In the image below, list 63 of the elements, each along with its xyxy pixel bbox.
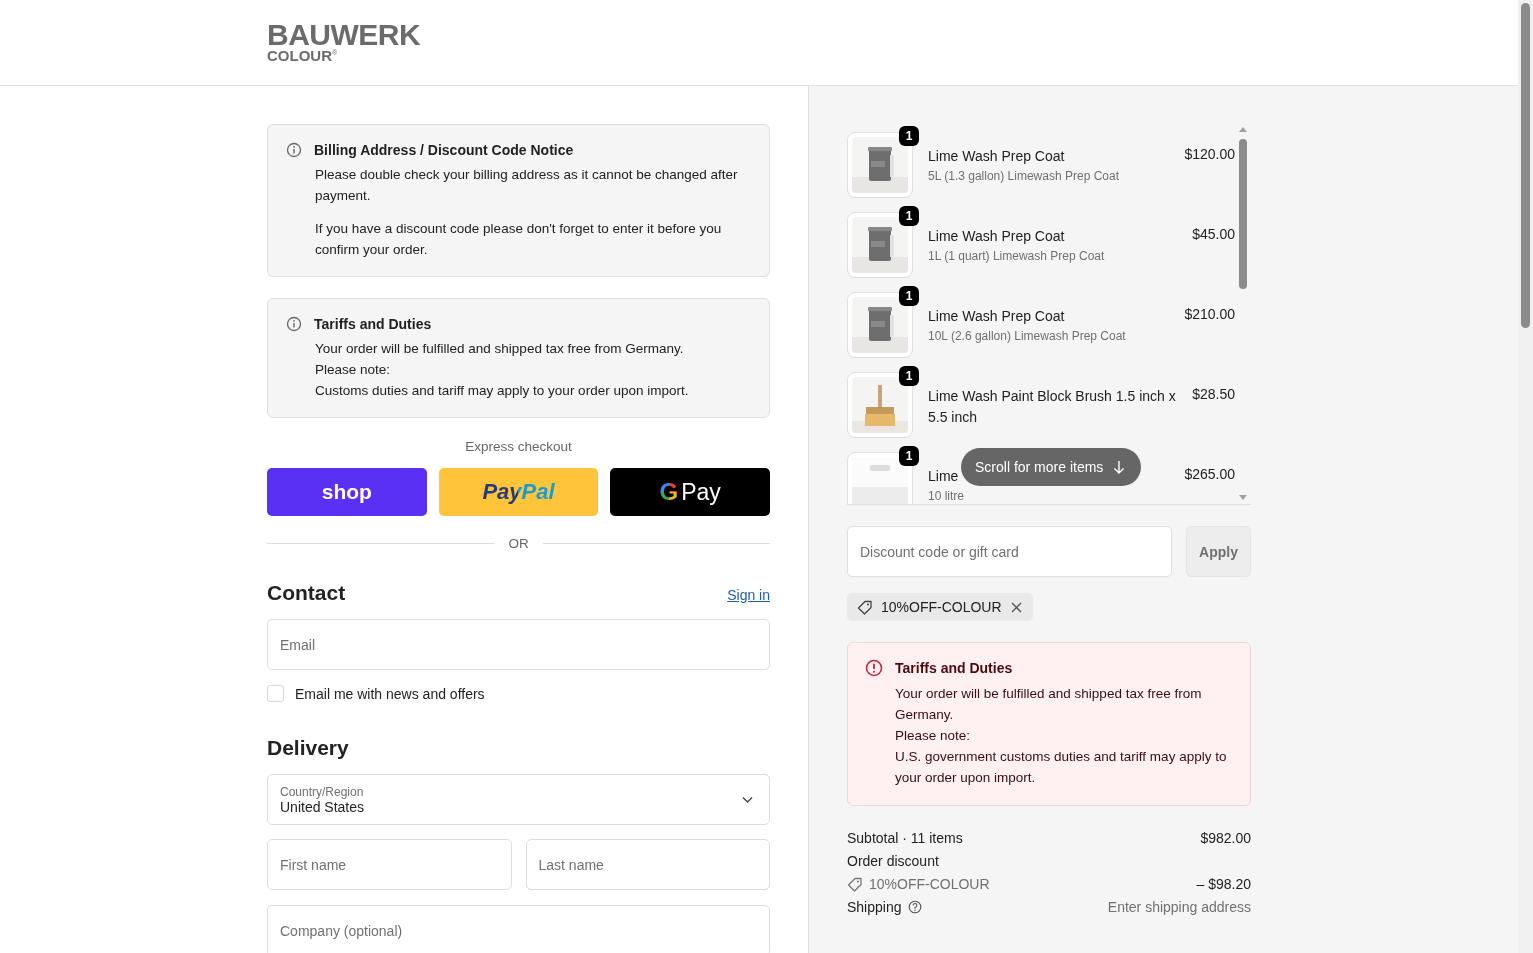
arrow-down-icon	[1113, 460, 1126, 474]
product-name: Lime Wash Prep Coat	[928, 147, 1065, 166]
sign-in-link[interactable]: Sign in	[727, 587, 770, 603]
product-price: $265.00	[1184, 465, 1235, 482]
summary-label: Order discount	[847, 853, 939, 869]
alert-title: Tariffs and Duties	[895, 660, 1013, 676]
checkbox[interactable]	[267, 685, 284, 702]
product-variant: 10 litre	[928, 489, 966, 503]
quantity-badge: 1	[899, 286, 919, 306]
logo-subtitle: COLOUR	[267, 48, 332, 63]
product-variant: 1L (1 quart) Limewash Prep Coat	[928, 249, 1106, 263]
last-name-field[interactable]: Last name	[525, 839, 770, 890]
chevron-down-icon	[742, 795, 753, 804]
summary-label: Subtotal · 11 items	[847, 830, 963, 846]
summary-value: $982.00	[1200, 830, 1251, 846]
section-heading: Contact	[267, 581, 346, 605]
notice-text: Your order will be fulfilled and shipped tax free from Germany. Please note: Customs duties and tariff may apply to your order upon import.	[315, 340, 690, 400]
notice-text: Please double check your billing address as it cannot be changed after payment.	[315, 166, 739, 205]
product-price: $28.50	[1192, 385, 1235, 402]
product-name: Lime	[928, 467, 959, 486]
summary-value: – $98.20	[1196, 876, 1251, 892]
notice-text: If you have a discount code please don't forget to enter it before you confirm your order.	[315, 220, 723, 259]
notice-title: Billing Address / Discount Code Notice	[314, 142, 574, 158]
product-price: $210.00	[1184, 305, 1235, 322]
alert-text: Your order will be fulfilled and shipped tax free from Germany. Please note: U.S. government customs duties and tariff may apply to your order upon import.	[895, 685, 1228, 787]
scroll-hint-button[interactable]: Scroll for more items	[961, 448, 1142, 486]
company-field[interactable]: Company (optional)	[267, 905, 770, 953]
info-icon	[286, 316, 302, 332]
discount-code-field[interactable]: Discount code or gift card	[847, 526, 1172, 577]
country-select[interactable]: Country/Region United States	[267, 774, 770, 825]
product-price: $120.00	[1184, 145, 1235, 162]
divider-label: OR	[508, 536, 529, 551]
product-name: Lime Wash Paint Block Brush 1.5 inch x 5.5 inch	[928, 387, 1177, 427]
warning-icon	[865, 659, 883, 677]
first-name-field[interactable]: First name	[267, 839, 512, 890]
discount-code: 10%OFF-COLOUR	[869, 876, 990, 892]
paypal-button[interactable]: PayPal	[438, 468, 599, 516]
quantity-badge: 1	[899, 126, 919, 146]
quantity-badge: 1	[899, 206, 919, 226]
product-price: $45.00	[1192, 225, 1235, 242]
product-variant: 5L (1.3 gallon) Limewash Prep Coat	[928, 169, 1120, 183]
quantity-badge: 1	[899, 366, 919, 386]
product-name: Lime Wash Prep Coat	[928, 307, 1065, 326]
help-icon	[907, 900, 922, 914]
google-pay-button[interactable]: G Pay	[610, 468, 770, 516]
summary-label: Shipping	[847, 899, 902, 915]
tag-icon	[857, 599, 873, 615]
summary-value: Enter shipping address	[1107, 899, 1251, 915]
section-label: Express checkout	[464, 439, 573, 454]
info-icon	[286, 142, 302, 158]
product-variant: 10L (2.6 gallon) Limewash Prep Coat	[928, 329, 1127, 343]
product-name: Lime Wash Prep Coat	[928, 227, 1065, 246]
tag-icon	[847, 876, 863, 892]
section-heading: Delivery	[267, 736, 349, 760]
scrollbar[interactable]	[1518, 0, 1533, 953]
logo-text: BAUWERK	[267, 20, 421, 49]
discount-tag[interactable]: 10%OFF-COLOUR	[847, 593, 1033, 621]
checkbox-label: Email me with news and offers	[295, 685, 485, 702]
notice-title: Tariffs and Duties	[314, 316, 432, 332]
quantity-badge: 1	[899, 446, 919, 466]
email-field[interactable]: Email	[267, 619, 770, 670]
close-icon	[1009, 600, 1023, 614]
shop-pay-button[interactable]: shop	[267, 468, 427, 516]
